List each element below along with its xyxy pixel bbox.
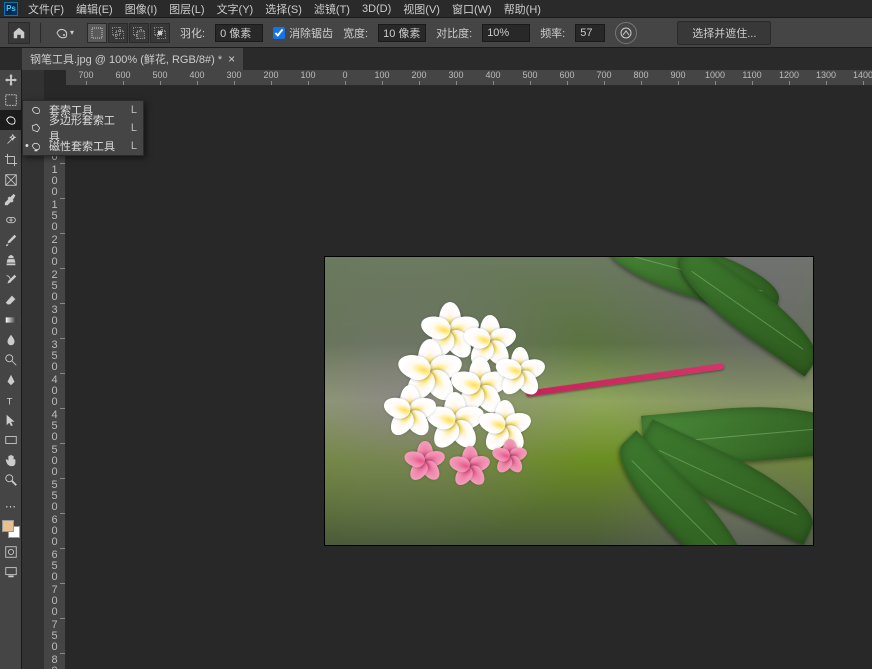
options-bar: ▾ 羽化: 消除锯齿 宽度: 对比度: 频率: 选择并遮住... bbox=[0, 18, 872, 48]
eraser-tool[interactable] bbox=[0, 290, 22, 310]
workspace: T ⋯ 套索工具 L 多边形套索工具 L 磁性套索工具 L bbox=[0, 70, 872, 669]
eyedropper-tool[interactable] bbox=[0, 190, 22, 210]
quick-mask-toggle[interactable] bbox=[0, 542, 22, 562]
frequency-label: 频率: bbox=[540, 25, 565, 41]
edit-toolbar[interactable]: ⋯ bbox=[0, 496, 22, 516]
menu-window[interactable]: 窗口(W) bbox=[446, 0, 498, 19]
menu-layer[interactable]: 图层(L) bbox=[163, 0, 210, 19]
color-swatches[interactable] bbox=[2, 520, 20, 538]
lasso-tool-flyout: 套索工具 L 多边形套索工具 L 磁性套索工具 L bbox=[22, 100, 144, 156]
gradient-tool[interactable] bbox=[0, 310, 22, 330]
menu-file[interactable]: 文件(F) bbox=[22, 0, 70, 19]
flyout-shortcut: L bbox=[131, 104, 137, 116]
menu-select[interactable]: 选择(S) bbox=[259, 0, 308, 19]
home-button[interactable] bbox=[8, 22, 30, 44]
feather-label: 羽化: bbox=[180, 25, 205, 41]
hand-tool[interactable] bbox=[0, 450, 22, 470]
menu-3d[interactable]: 3D(D) bbox=[356, 1, 397, 17]
lasso-icon bbox=[29, 104, 43, 116]
antialias-check[interactable] bbox=[273, 27, 285, 39]
rectangle-tool[interactable] bbox=[0, 430, 22, 450]
menu-edit[interactable]: 编辑(E) bbox=[70, 0, 119, 19]
flyout-shortcut: L bbox=[131, 122, 137, 134]
selection-add[interactable] bbox=[108, 23, 128, 43]
clone-stamp-tool[interactable] bbox=[0, 250, 22, 270]
flyout-label: 磁性套索工具 bbox=[49, 138, 115, 154]
width-label: 宽度: bbox=[343, 25, 368, 41]
frame-tool[interactable] bbox=[0, 170, 22, 190]
menu-type[interactable]: 文字(Y) bbox=[211, 0, 260, 19]
pen-tool[interactable] bbox=[0, 370, 22, 390]
dodge-tool[interactable] bbox=[0, 350, 22, 370]
blur-tool[interactable] bbox=[0, 330, 22, 350]
selection-mode-group bbox=[87, 23, 170, 43]
selection-new[interactable] bbox=[87, 23, 107, 43]
foreground-color[interactable] bbox=[2, 520, 14, 532]
menu-bar: Ps 文件(F) 编辑(E) 图像(I) 图层(L) 文字(Y) 选择(S) 滤… bbox=[0, 0, 872, 18]
width-input[interactable] bbox=[378, 24, 426, 42]
antialias-checkbox[interactable]: 消除锯齿 bbox=[273, 25, 333, 41]
history-brush-tool[interactable] bbox=[0, 270, 22, 290]
selection-intersect[interactable] bbox=[150, 23, 170, 43]
document-tab[interactable]: 钢笔工具.jpg @ 100% (鲜花, RGB/8#) * × bbox=[22, 48, 244, 70]
contrast-input[interactable] bbox=[482, 24, 530, 42]
marquee-tool[interactable] bbox=[0, 90, 22, 110]
flyout-polygon-lasso[interactable]: 多边形套索工具 L bbox=[23, 119, 143, 137]
brush-tool[interactable] bbox=[0, 230, 22, 250]
menu-filter[interactable]: 滤镜(T) bbox=[308, 0, 356, 19]
close-tab-icon[interactable]: × bbox=[228, 52, 235, 66]
canvas-area: 7006005004003002001000100200300400500600… bbox=[44, 70, 872, 669]
frequency-input[interactable] bbox=[575, 24, 605, 42]
flyout-shortcut: L bbox=[131, 140, 137, 152]
polygon-lasso-icon bbox=[29, 122, 43, 134]
document-image[interactable] bbox=[324, 256, 814, 546]
menu-view[interactable]: 视图(V) bbox=[397, 0, 446, 19]
selection-subtract[interactable] bbox=[129, 23, 149, 43]
canvas[interactable]: 5005010015020025030035040045050055060065… bbox=[44, 86, 872, 669]
horizontal-ruler[interactable]: 7006005004003002001000100200300400500600… bbox=[66, 70, 872, 86]
path-selection-tool[interactable] bbox=[0, 410, 22, 430]
feather-input[interactable] bbox=[215, 24, 263, 42]
pen-pressure-button[interactable] bbox=[615, 22, 637, 44]
antialias-label: 消除锯齿 bbox=[289, 25, 333, 41]
vertical-ruler[interactable]: 5005010015020025030035040045050055060065… bbox=[44, 102, 66, 669]
magnetic-lasso-icon bbox=[29, 140, 43, 152]
svg-text:T: T bbox=[7, 396, 13, 407]
document-tab-bar: 钢笔工具.jpg @ 100% (鲜花, RGB/8#) * × bbox=[0, 48, 872, 70]
app-logo[interactable]: Ps bbox=[4, 2, 18, 16]
screen-mode-toggle[interactable] bbox=[0, 562, 22, 582]
separator bbox=[40, 23, 41, 43]
flower-cluster bbox=[380, 312, 570, 492]
flyout-magnetic-lasso[interactable]: 磁性套索工具 L bbox=[23, 137, 143, 155]
document-title: 钢笔工具.jpg @ 100% (鲜花, RGB/8#) * bbox=[30, 51, 222, 67]
contrast-label: 对比度: bbox=[436, 25, 472, 41]
toolbox: T ⋯ bbox=[0, 70, 22, 669]
type-tool[interactable]: T bbox=[0, 390, 22, 410]
menu-image[interactable]: 图像(I) bbox=[119, 0, 163, 19]
magic-wand-tool[interactable] bbox=[0, 130, 22, 150]
menu-help[interactable]: 帮助(H) bbox=[498, 0, 547, 19]
lasso-tool[interactable] bbox=[0, 110, 22, 130]
select-and-mask-button[interactable]: 选择并遮住... bbox=[677, 21, 771, 45]
healing-brush-tool[interactable] bbox=[0, 210, 22, 230]
crop-tool[interactable] bbox=[0, 150, 22, 170]
zoom-tool[interactable] bbox=[0, 470, 22, 490]
current-tool-icon[interactable]: ▾ bbox=[51, 22, 77, 44]
move-tool[interactable] bbox=[0, 70, 22, 90]
